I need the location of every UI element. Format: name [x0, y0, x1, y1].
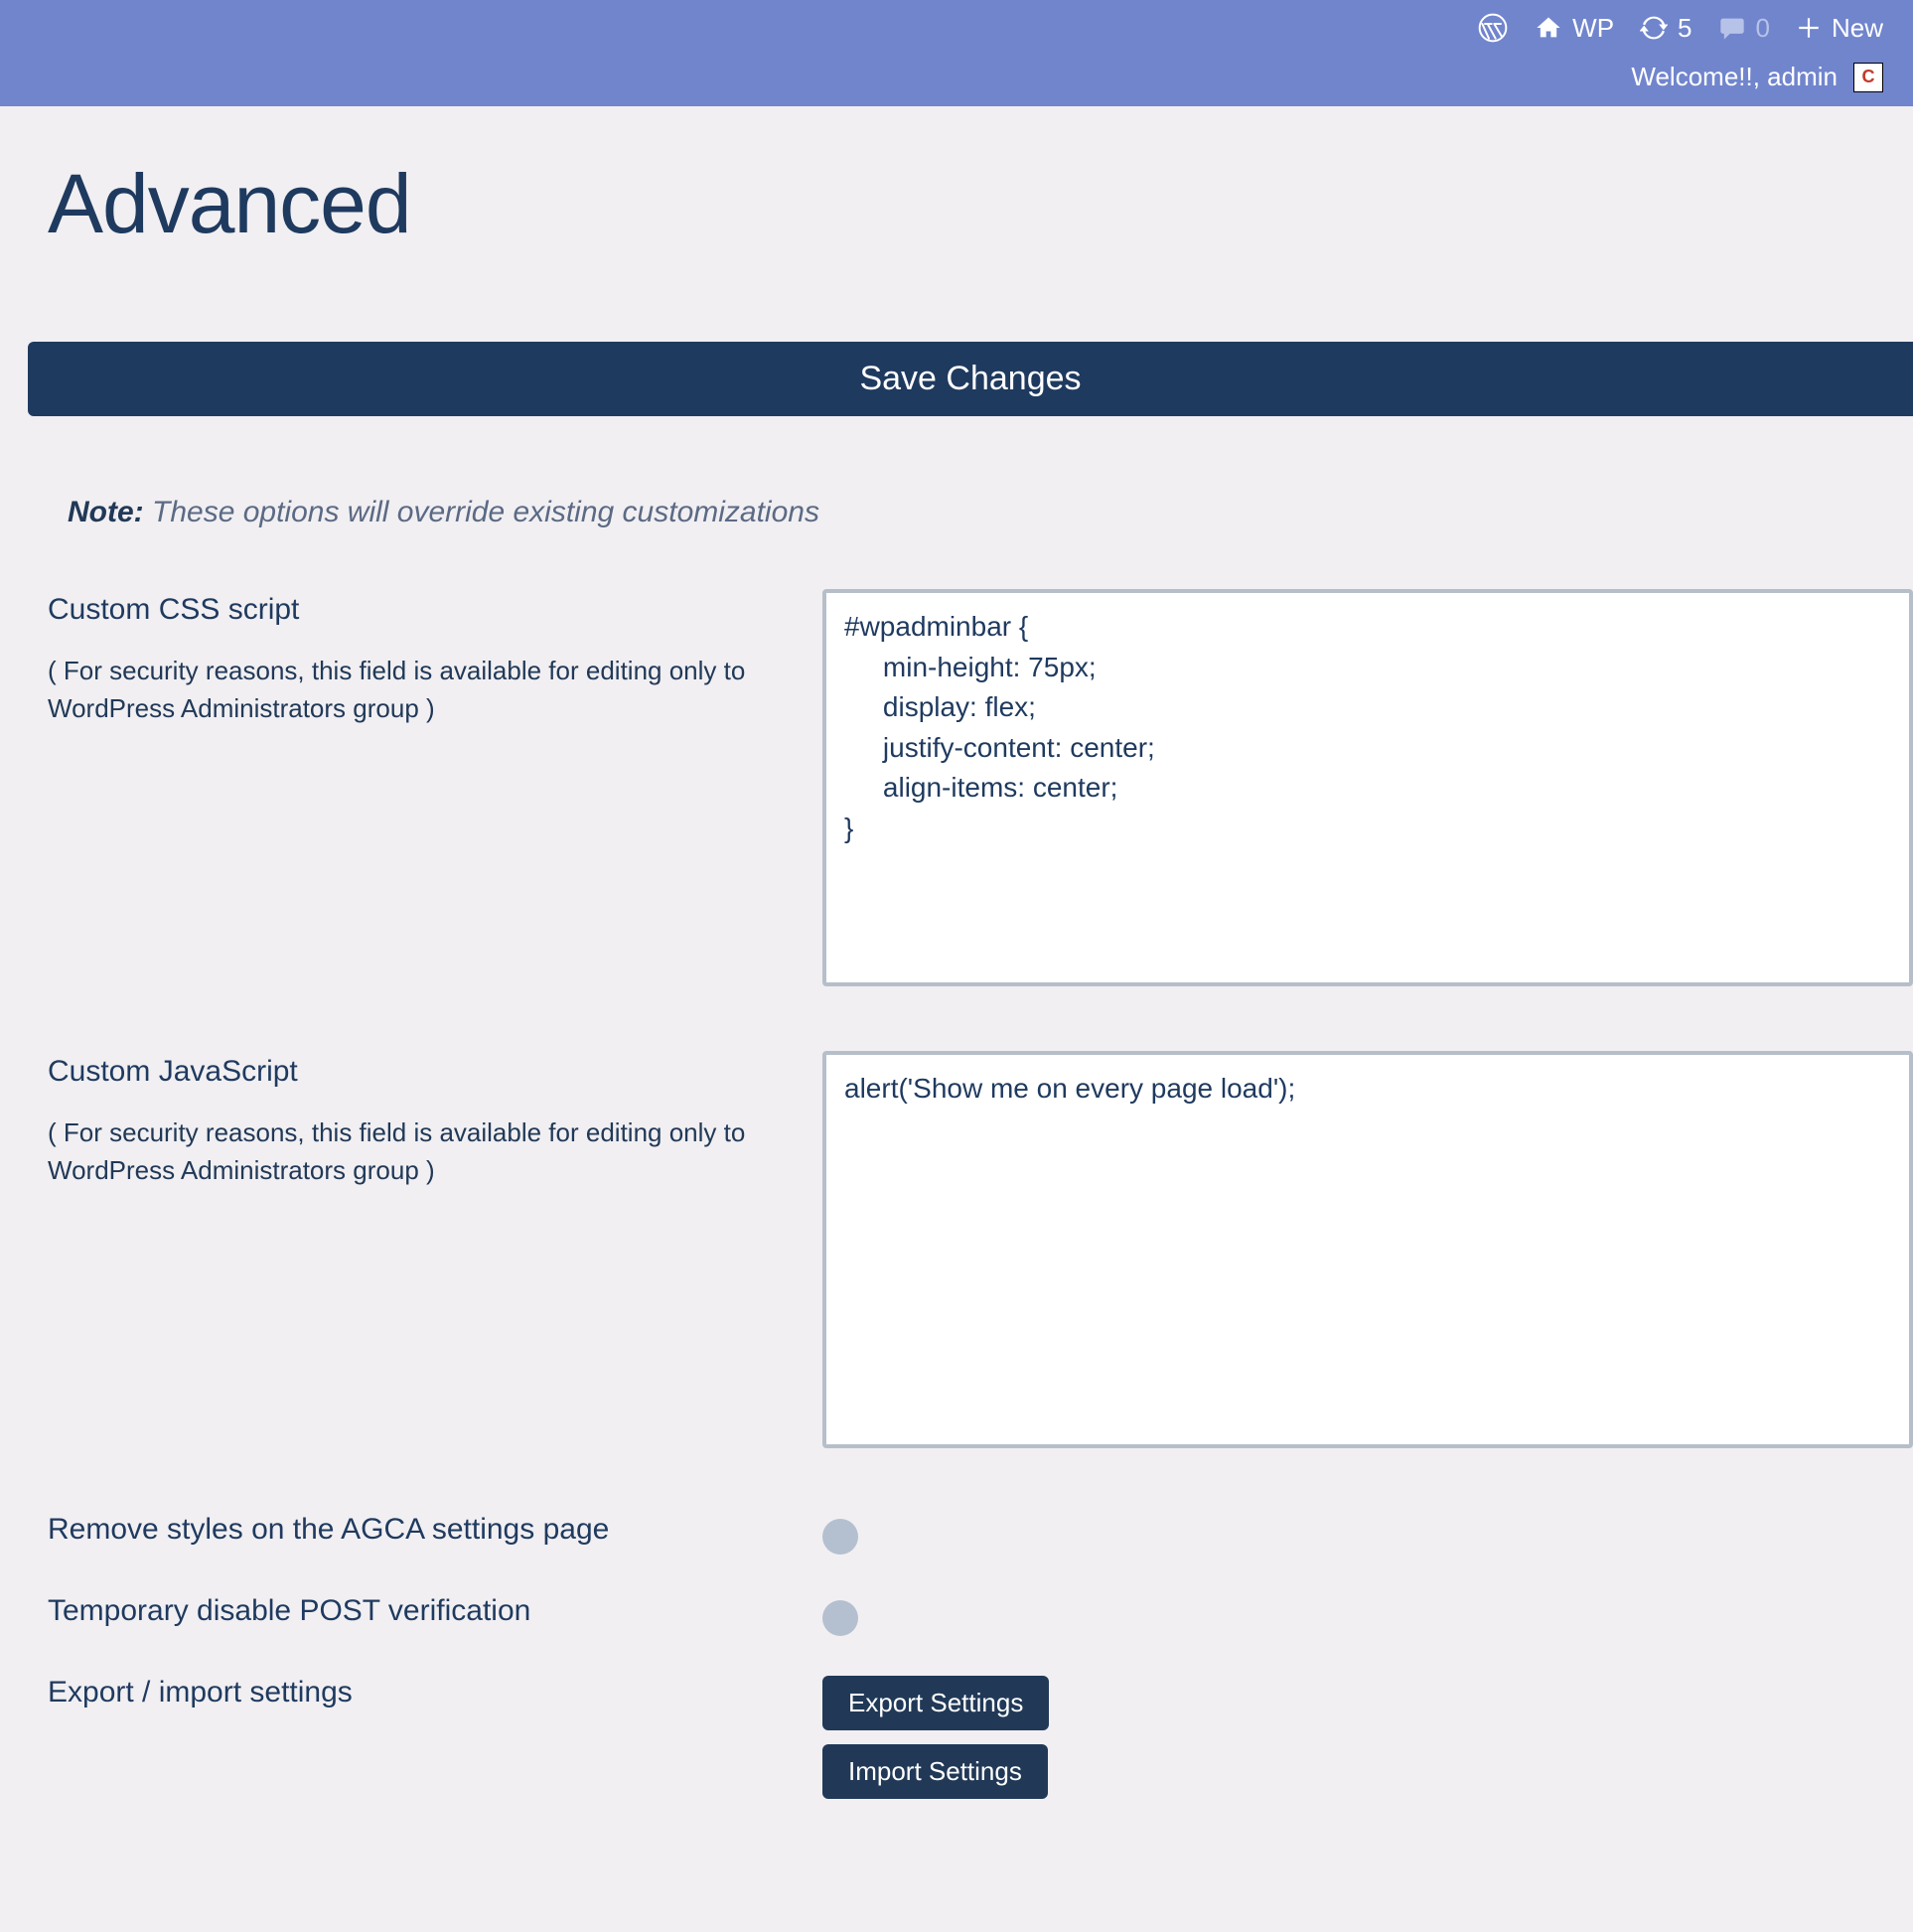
site-name-label: WP [1572, 13, 1614, 44]
label-custom-js: Custom JavaScript [48, 1055, 783, 1089]
admin-bar: WP 5 0 New Welcome!!, admin C [0, 0, 1913, 106]
new-content-link[interactable]: New [1796, 13, 1883, 44]
comments-count: 0 [1756, 13, 1770, 44]
field-col-custom-js [822, 1051, 1913, 1453]
row-custom-js: Custom JavaScript ( For security reasons… [48, 1051, 1913, 1453]
label-col-custom-js: Custom JavaScript ( For security reasons… [48, 1051, 783, 1215]
label-remove-styles: Remove styles on the AGCA settings page [48, 1513, 783, 1547]
import-settings-button[interactable]: Import Settings [822, 1744, 1048, 1799]
wordpress-logo-menu[interactable] [1477, 12, 1509, 44]
site-link[interactable]: WP [1535, 13, 1614, 44]
save-changes-button[interactable]: Save Changes [28, 342, 1913, 416]
sublabel-custom-js: ( For security reasons, this field is av… [48, 1115, 783, 1189]
new-content-label: New [1832, 13, 1883, 44]
export-settings-button[interactable]: Export Settings [822, 1676, 1049, 1730]
page-content: Advanced Save Changes Note: These option… [0, 106, 1913, 1932]
updates-icon [1640, 14, 1668, 42]
remove-styles-toggle[interactable] [822, 1519, 858, 1555]
save-changes-label: Save Changes [859, 360, 1081, 398]
note-text: These options will override existing cus… [152, 496, 819, 528]
plus-icon [1796, 15, 1822, 41]
updates-count: 5 [1678, 13, 1692, 44]
row-remove-styles: Remove styles on the AGCA settings page [48, 1513, 1913, 1555]
updates-link[interactable]: 5 [1640, 13, 1692, 44]
admin-bar-row-top: WP 5 0 New [1477, 12, 1883, 44]
field-col-disable-post-verify [822, 1594, 1913, 1636]
custom-js-textarea[interactable] [822, 1051, 1913, 1448]
comments-icon [1718, 14, 1746, 42]
field-col-custom-css [822, 589, 1913, 991]
row-disable-post-verify: Temporary disable POST verification [48, 1594, 1913, 1636]
label-col-export-import: Export / import settings [48, 1676, 783, 1709]
home-icon [1535, 14, 1562, 42]
label-col-remove-styles: Remove styles on the AGCA settings page [48, 1513, 783, 1547]
row-export-import: Export / import settings Export Settings… [48, 1676, 1913, 1813]
field-col-remove-styles [822, 1513, 1913, 1555]
row-custom-css: Custom CSS script ( For security reasons… [48, 589, 1913, 991]
disable-post-verify-toggle[interactable] [822, 1600, 858, 1636]
account-link[interactable]: Welcome!!, admin C [1631, 62, 1883, 92]
avatar-letter: C [1862, 67, 1875, 87]
comments-link[interactable]: 0 [1718, 13, 1770, 44]
wordpress-logo-icon [1477, 12, 1509, 44]
page-title: Advanced [48, 156, 1913, 252]
custom-css-textarea[interactable] [822, 589, 1913, 986]
welcome-text: Welcome!!, admin [1631, 62, 1838, 92]
field-col-export-import: Export Settings Import Settings [822, 1676, 1913, 1813]
note-prefix: Note: [68, 496, 144, 528]
admin-bar-row-bottom: Welcome!!, admin C [1631, 62, 1883, 92]
label-disable-post-verify: Temporary disable POST verification [48, 1594, 783, 1628]
label-col-custom-css: Custom CSS script ( For security reasons… [48, 589, 783, 753]
sublabel-custom-css: ( For security reasons, this field is av… [48, 653, 783, 727]
label-col-disable-post-verify: Temporary disable POST verification [48, 1594, 783, 1628]
label-export-import: Export / import settings [48, 1676, 783, 1709]
label-custom-css: Custom CSS script [48, 593, 783, 627]
note-line: Note: These options will override existi… [68, 496, 1913, 529]
avatar: C [1853, 63, 1883, 92]
